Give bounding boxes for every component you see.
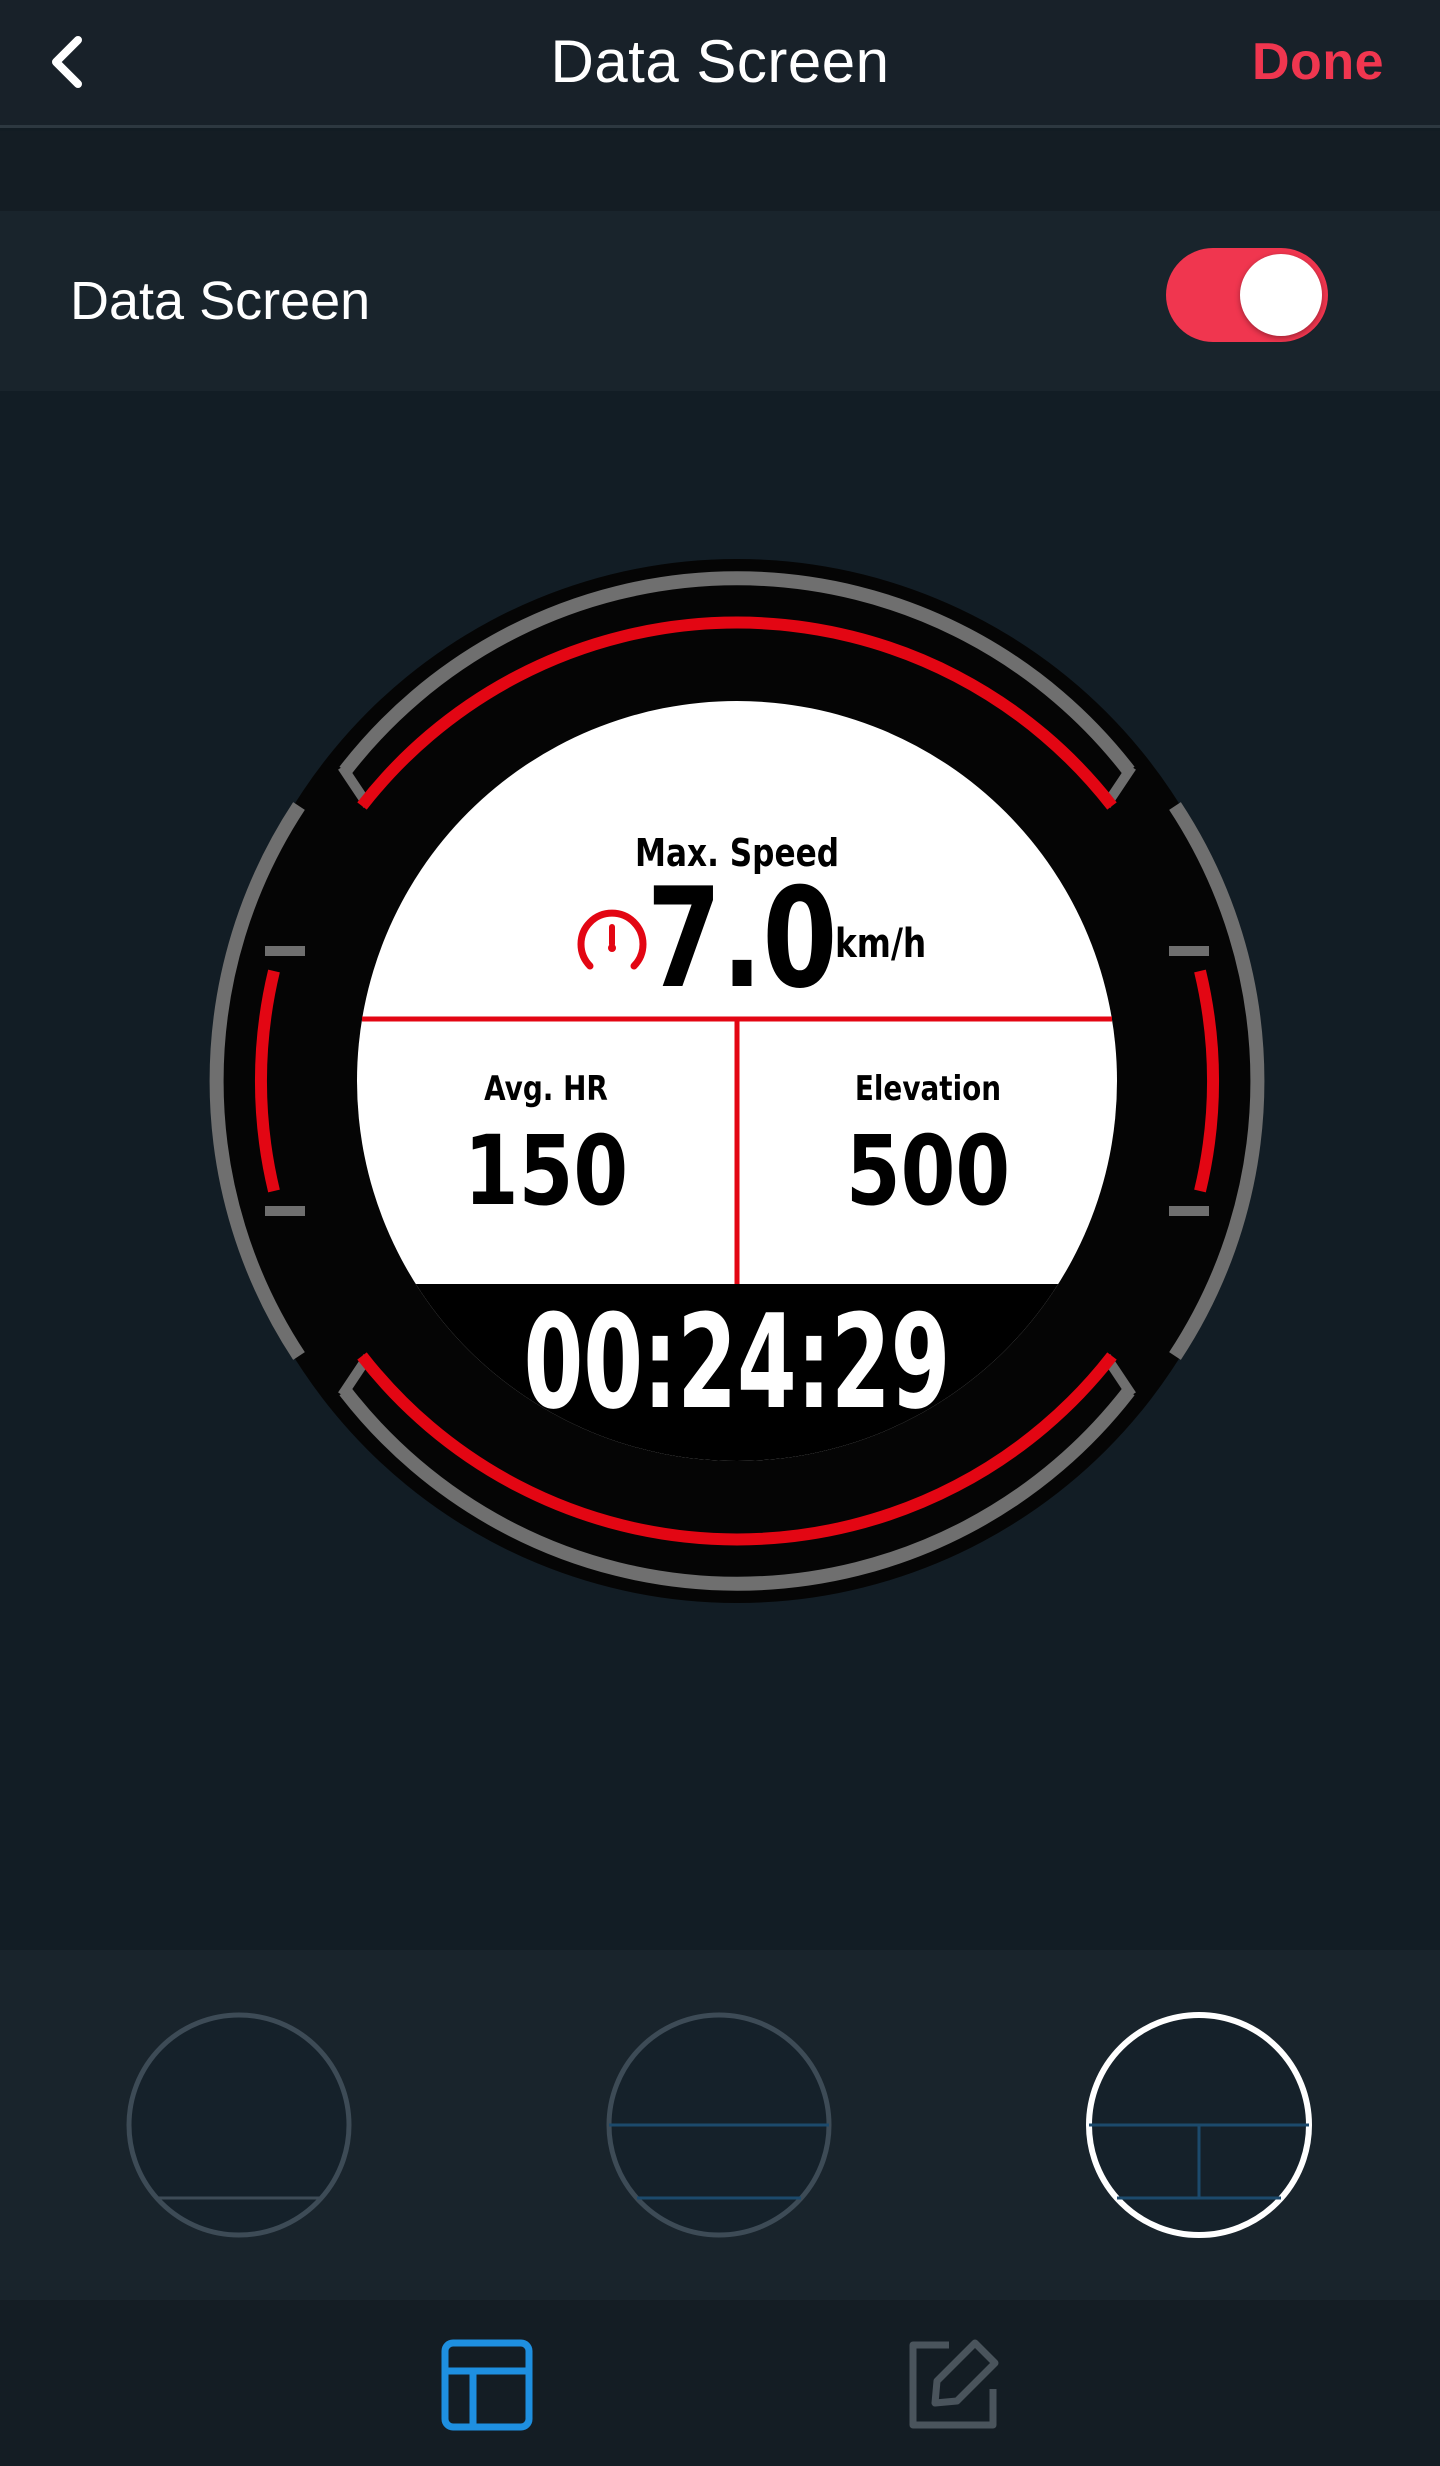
watch-face: Max. Speed 7.0 km/h Avg. HR 150 Elevatio…: [209, 559, 1265, 1603]
page-title: Data Screen: [550, 28, 890, 95]
left-field-value: 150: [464, 1115, 628, 1227]
data-screen-switch[interactable]: [1166, 248, 1328, 342]
right-field-value: 500: [846, 1115, 1010, 1227]
toggle-label: Data Screen: [70, 271, 371, 331]
top-app-bar: Data Screen Done: [0, 0, 1440, 128]
left-field-label: Avg. HR: [484, 1069, 608, 1108]
bottom-nav: [0, 2300, 1440, 2466]
top-field-value: 7.0: [647, 859, 838, 1020]
done-button[interactable]: Done: [1252, 24, 1384, 100]
top-field-unit: km/h: [835, 920, 926, 967]
timer-value: 00:24:29: [524, 1287, 951, 1438]
layout-selector: [0, 1950, 1440, 2300]
layout-icon: [441, 2339, 533, 2431]
layout-option-3-selected[interactable]: [1084, 2010, 1314, 2240]
layout-option-2[interactable]: [604, 2010, 834, 2240]
nav-edit-tab[interactable]: [898, 2330, 1008, 2440]
layout-option-1[interactable]: [124, 2010, 354, 2240]
nav-layout-tab[interactable]: [432, 2330, 542, 2440]
watch-preview: Max. Speed 7.0 km/h Avg. HR 150 Elevatio…: [0, 391, 1440, 1950]
header-spacer: [0, 131, 1440, 211]
edit-icon: [909, 2339, 999, 2429]
switch-knob: [1240, 254, 1322, 336]
right-field-label: Elevation: [855, 1069, 1001, 1108]
